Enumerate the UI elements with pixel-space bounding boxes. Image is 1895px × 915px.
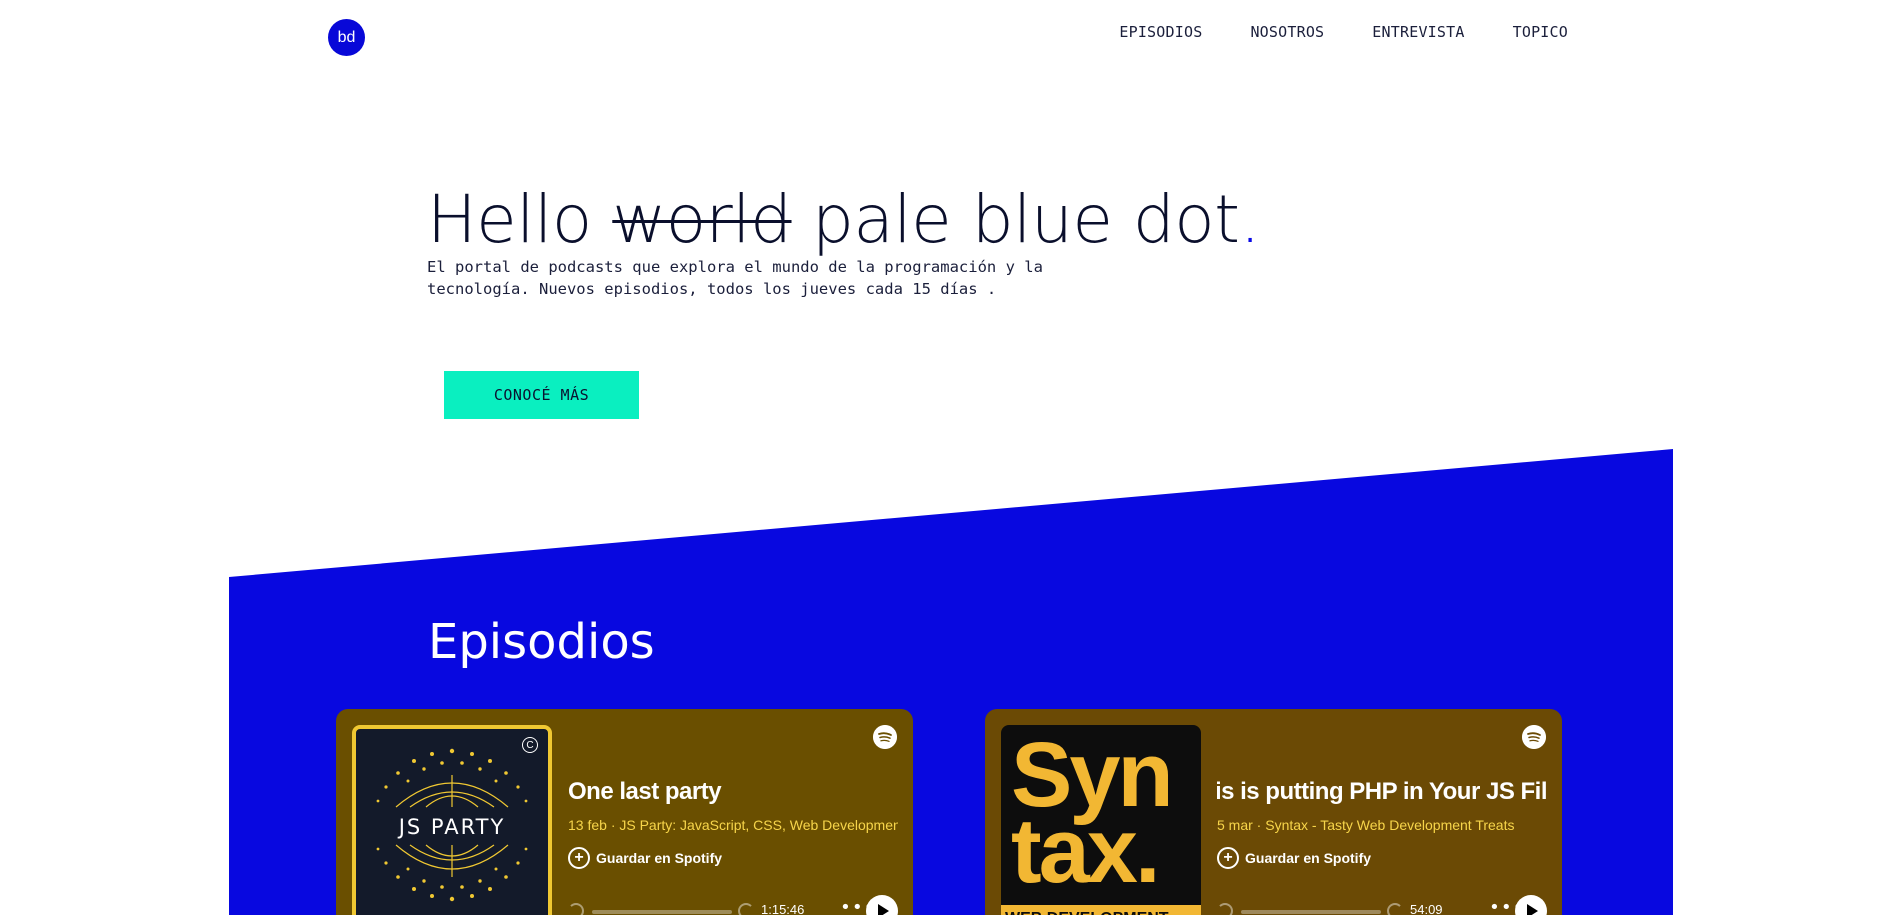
nav-link-topico[interactable]: TOPICO	[1513, 23, 1568, 41]
episode-title[interactable]: cis is putting PHP in Your JS Fil	[1217, 778, 1547, 806]
nav-link-episodios[interactable]: EPISODIOS	[1119, 23, 1202, 41]
blue-band-background	[229, 449, 1673, 915]
play-button[interactable]	[1515, 895, 1547, 915]
player-controls: 1:15:46 •••	[568, 895, 898, 915]
plus-circle-icon: +	[568, 847, 590, 869]
hero-title-end: pale blue dot	[791, 181, 1240, 258]
skip-back-icon[interactable]	[1217, 903, 1233, 915]
hero-subtitle: El portal de podcasts que explora el mun…	[427, 258, 1043, 298]
skip-forward-icon[interactable]	[738, 903, 754, 915]
episode-title[interactable]: One last party	[568, 778, 898, 806]
episode-cover[interactable]: JS PARTY C	[352, 725, 552, 915]
spotify-icon[interactable]	[873, 725, 897, 749]
main-nav: EPISODIOS NOSOTROS ENTREVISTA TOPICO	[1119, 23, 1568, 41]
progress-bar[interactable]	[592, 910, 732, 914]
nav-link-nosotros[interactable]: NOSOTROS	[1250, 23, 1324, 41]
episode-card: Syn tax. WEB DEVELOPMENT cis is putting …	[985, 709, 1562, 915]
skip-forward-icon[interactable]	[1387, 903, 1403, 915]
duration: 54:09	[1410, 902, 1443, 915]
cover-title: JS PARTY	[398, 815, 506, 839]
skip-back-icon[interactable]	[568, 903, 584, 915]
play-button[interactable]	[866, 895, 898, 915]
nav-link-entrevista[interactable]: ENTREVISTA	[1372, 23, 1464, 41]
cover-strip: WEB DEVELOPMENT	[1001, 905, 1201, 915]
hero-title: Hello world pale blue dot.	[427, 178, 1261, 262]
episode-card: JS PARTY C One last party 13 feb · JS Pa…	[336, 709, 913, 915]
hero-title-start: Hello	[427, 181, 613, 258]
player-controls: 54:09 •••	[1217, 895, 1547, 915]
save-to-spotify-button[interactable]: + Guardar en Spotify	[1217, 847, 1371, 869]
episodes-title: Episodios	[428, 614, 655, 670]
episode-meta[interactable]: 13 feb · JS Party: JavaScript, CSS, Web …	[568, 817, 898, 833]
cover-title-line-2: tax.	[1011, 800, 1161, 902]
save-to-spotify-button[interactable]: + Guardar en Spotify	[568, 847, 722, 869]
cta-button[interactable]: CONOCÉ MÁS	[444, 371, 639, 419]
save-label: Guardar en Spotify	[596, 850, 723, 866]
episode-meta[interactable]: 5 mar · Syntax - Tasty Web Development T…	[1217, 817, 1547, 833]
plus-circle-icon: +	[1217, 847, 1239, 869]
save-label: Guardar en Spotify	[1245, 850, 1372, 866]
duration: 1:15:46	[761, 902, 805, 915]
cover-badge: C	[522, 737, 538, 753]
logo[interactable]: bd	[328, 19, 365, 56]
page: bd EPISODIOS NOSOTROS ENTREVISTA TOPICO …	[0, 0, 1895, 915]
hero-title-strike: world	[612, 181, 792, 258]
progress-bar[interactable]	[1241, 910, 1381, 914]
episode-cover[interactable]: Syn tax. WEB DEVELOPMENT	[1001, 725, 1201, 915]
hero-title-dot: .	[1239, 181, 1261, 258]
spotify-icon[interactable]	[1522, 725, 1546, 749]
